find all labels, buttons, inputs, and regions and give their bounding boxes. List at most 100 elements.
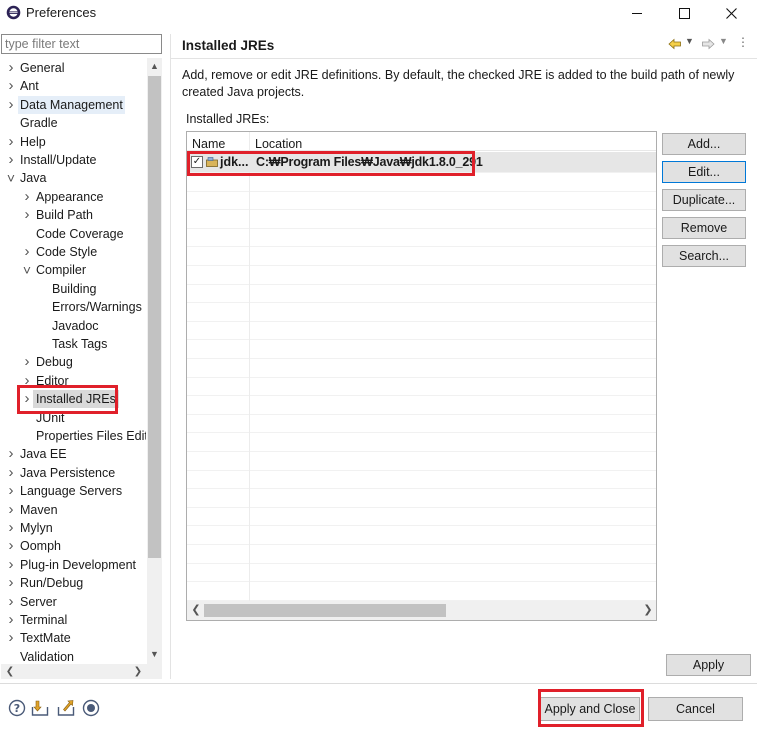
remove-jre-button[interactable]: Remove [662,217,746,239]
table-grid-line [187,563,656,564]
tree-item-label: Java Persistence [20,465,116,480]
table-grid-line [187,358,656,359]
chevron-right-icon[interactable]: › [5,593,17,611]
table-scroll-thumb[interactable] [204,604,446,617]
duplicate-jre-button[interactable]: Duplicate... [662,189,746,211]
chevron-right-icon[interactable]: › [5,133,17,151]
chevron-left-icon[interactable]: ❮ [190,602,202,618]
chevron-right-icon[interactable]: › [21,243,33,261]
chevron-down-icon[interactable]: ˅ [21,261,33,279]
chevron-right-icon[interactable]: › [5,556,17,574]
chevron-right-icon[interactable]: › [5,96,17,114]
tree-scroll-thumb[interactable] [148,76,161,558]
svg-text:?: ? [14,702,20,715]
table-grid-line [187,470,656,471]
table-grid-line [187,302,656,303]
close-button[interactable] [708,0,754,26]
table-grid-line [187,321,656,322]
tree-item-label: Run/Debug [20,576,84,591]
table-grid-line [187,228,656,229]
chevron-right-icon[interactable]: › [21,188,33,206]
chevron-right-icon[interactable]: › [21,353,33,371]
table-grid-line [187,246,656,247]
forward-icon[interactable] [701,38,715,50]
column-header-location[interactable]: Location [255,137,302,151]
chevron-right-icon[interactable]: › [5,629,17,647]
annotation-highlight-jre-row [187,151,475,176]
tree-item-label: Code Style [36,245,98,259]
installed-jres-table [186,131,657,621]
pane-divider[interactable] [170,34,171,679]
chevron-right-icon[interactable]: › [5,519,17,537]
chevron-right-icon[interactable]: ❯ [642,602,654,618]
tree-item-label: Install/Update [20,153,97,167]
tree-item-label: Maven [20,502,58,517]
chevron-right-icon[interactable]: ❯ [131,664,145,679]
tree-item-label: Javadoc [52,318,99,333]
tree-item-label: Building [52,281,97,296]
tree-item-label: Validation [20,649,74,664]
tree-item-label: Plug-in Development [20,557,137,572]
chevron-right-icon[interactable]: › [5,501,17,519]
table-grid-line [187,339,656,340]
chevron-right-icon[interactable]: › [5,445,17,463]
chevron-left-icon[interactable]: ❮ [3,664,17,679]
page-title: Installed JREs [182,38,275,53]
table-grid-line [187,432,656,433]
tree-item-label: Mylyn [20,521,53,535]
chevron-right-icon[interactable]: › [5,151,17,169]
page-navigation: ▼ ▼ ⋮ [668,35,749,52]
tree-item-label: Compiler [36,263,87,278]
chevron-down-icon[interactable]: ˅ [5,169,17,187]
apply-button[interactable]: Apply [666,654,751,676]
chevron-right-icon[interactable]: › [5,537,17,555]
table-grid-line [187,209,656,210]
back-icon[interactable] [668,38,682,50]
chevron-right-icon[interactable]: › [5,464,17,482]
table-grid-line [187,414,656,415]
minimize-icon [631,12,642,14]
edit-jre-button[interactable]: Edit... [662,161,746,183]
table-grid-line [187,265,656,266]
help-icon[interactable]: ? [8,699,26,717]
tree-item-label: Ant [20,79,39,94]
back-menu-icon[interactable]: ▼ [685,36,694,46]
window-title: Preferences [26,5,97,20]
tree-item-label: Debug [36,355,73,370]
table-grid-line [187,377,656,378]
chevron-down-icon[interactable]: ▼ [147,646,162,663]
cancel-button[interactable]: Cancel [648,697,743,721]
table-grid-line [187,544,656,545]
chevron-right-icon[interactable]: › [5,59,17,77]
add-jre-button[interactable]: Add... [662,133,746,155]
tree-item-label: Server [20,594,57,609]
tree-item-label: General [20,61,65,75]
tree-item-label: Properties Files Edito [36,429,146,443]
more-icon[interactable]: ⋮ [737,35,749,49]
filter-input[interactable] [1,34,162,54]
tree-item-label: Task Tags [52,337,108,351]
tree-item-label: Java EE [20,447,67,462]
chevron-right-icon[interactable]: › [21,206,33,224]
tree-item-label: Java [20,171,47,186]
chevron-right-icon[interactable]: › [5,574,17,592]
search-jre-button[interactable]: Search... [662,245,746,267]
installed-jres-label: Installed JREs: [186,112,270,126]
column-divider [249,132,250,602]
tree-item-label: Data Management [18,95,125,114]
chevron-right-icon[interactable]: › [5,611,17,629]
record-icon[interactable] [82,699,100,717]
annotation-highlight-installed-jres [17,385,118,414]
forward-menu-icon[interactable]: ▼ [719,36,728,46]
export-icon[interactable] [57,699,75,717]
minimize-button[interactable] [614,0,660,26]
chevron-up-icon[interactable]: ▲ [147,58,162,75]
tree-item-label: Build Path [36,208,93,223]
chevron-right-icon[interactable]: › [5,77,17,95]
maximize-button[interactable] [661,0,707,26]
footer-separator [0,683,757,684]
chevron-right-icon[interactable]: › [5,482,17,500]
import-icon[interactable] [31,699,49,717]
column-header-name[interactable]: Name [192,137,225,151]
tree-item-label: Help [20,134,46,149]
